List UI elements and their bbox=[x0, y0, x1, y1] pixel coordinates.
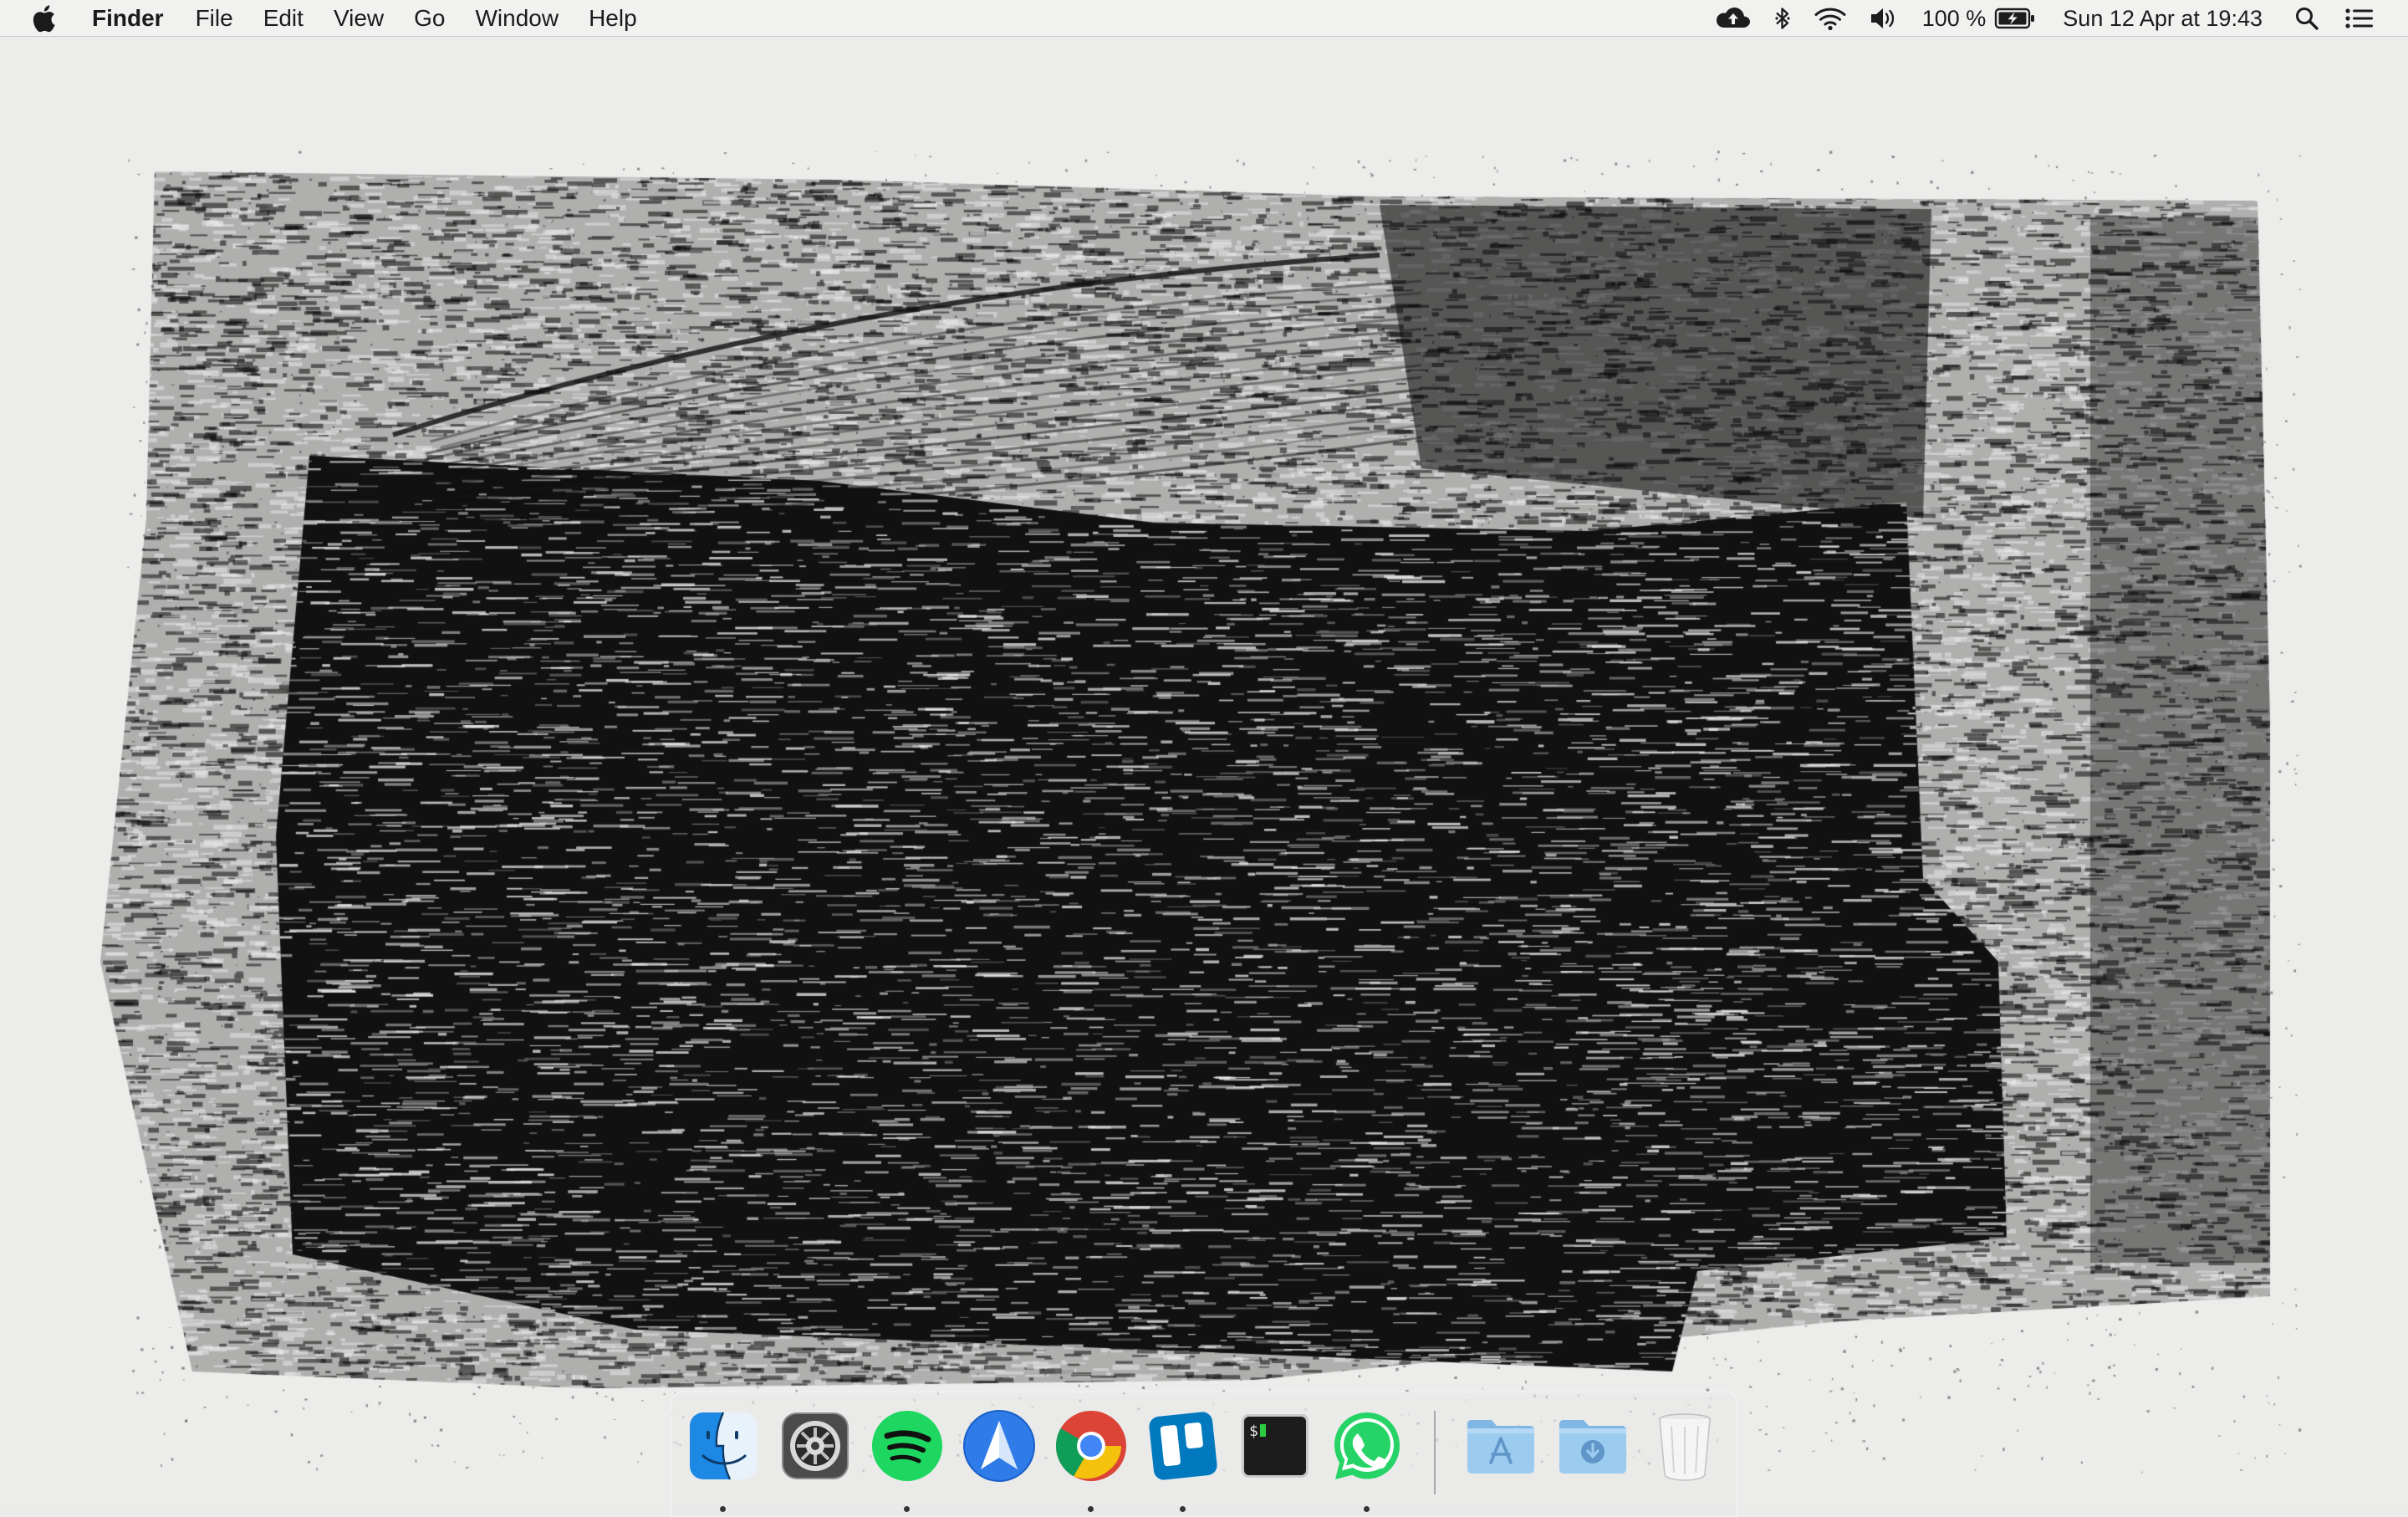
dock-app-chrome[interactable] bbox=[1051, 1406, 1131, 1512]
running-indicator bbox=[720, 1506, 726, 1512]
trash-icon bbox=[1659, 1413, 1711, 1481]
trello-icon bbox=[1149, 1412, 1217, 1480]
system-preferences-icon bbox=[782, 1412, 849, 1479]
cloud-upload-icon[interactable] bbox=[1715, 6, 1752, 31]
menu-view[interactable]: View bbox=[334, 0, 384, 37]
running-indicator bbox=[1180, 1506, 1186, 1512]
dock-app-finder[interactable] bbox=[683, 1406, 763, 1512]
dock-app-trello[interactable] bbox=[1143, 1406, 1223, 1512]
battery-percent[interactable]: 100 % bbox=[1922, 0, 1987, 37]
volume-icon[interactable] bbox=[1869, 6, 1895, 31]
running-indicator bbox=[1088, 1506, 1094, 1512]
dock-folder-downloads[interactable] bbox=[1553, 1406, 1633, 1486]
dock-separator bbox=[1434, 1411, 1436, 1494]
dock-folder-applications[interactable] bbox=[1461, 1406, 1541, 1486]
spotlight-search-icon[interactable] bbox=[2294, 6, 2319, 31]
menu-edit[interactable]: Edit bbox=[263, 0, 304, 37]
dock-app-system-preferences[interactable] bbox=[775, 1406, 855, 1486]
chrome-icon bbox=[1055, 1411, 1126, 1481]
notification-center-icon[interactable] bbox=[2344, 6, 2375, 31]
wifi-icon[interactable] bbox=[1814, 6, 1847, 31]
finder-icon bbox=[690, 1412, 757, 1480]
desktop-wallpaper bbox=[0, 0, 2408, 1505]
dock-app-spotify[interactable] bbox=[867, 1406, 947, 1512]
dock-app-whatsapp[interactable] bbox=[1327, 1406, 1407, 1512]
running-indicator bbox=[904, 1506, 910, 1512]
menu-app-name[interactable]: Finder bbox=[92, 0, 164, 37]
battery-charging-icon[interactable] bbox=[1994, 7, 2036, 30]
whatsapp-icon bbox=[1334, 1412, 1400, 1479]
dock-app-spark[interactable] bbox=[959, 1406, 1039, 1486]
spotify-icon bbox=[872, 1411, 942, 1481]
dock: $ bbox=[671, 1392, 1737, 1517]
menu-help[interactable]: Help bbox=[589, 0, 637, 37]
menu-clock[interactable]: Sun 12 Apr at 19:43 bbox=[2063, 0, 2263, 37]
dock-trash[interactable] bbox=[1645, 1406, 1725, 1486]
spark-mail-icon bbox=[963, 1410, 1035, 1482]
bluetooth-icon[interactable] bbox=[1773, 6, 1792, 31]
downloads-folder-icon bbox=[1559, 1420, 1626, 1474]
menu-go[interactable]: Go bbox=[414, 0, 445, 37]
dock-app-terminal[interactable]: $ bbox=[1235, 1406, 1315, 1486]
running-indicator bbox=[1364, 1506, 1370, 1512]
menu-bar: Finder File Edit View Go Window Help 100… bbox=[0, 0, 2408, 37]
menu-window[interactable]: Window bbox=[475, 0, 559, 37]
applications-folder-icon bbox=[1467, 1420, 1534, 1474]
terminal-icon: $ bbox=[1242, 1414, 1309, 1478]
apple-menu-icon[interactable] bbox=[32, 3, 60, 34]
menu-file[interactable]: File bbox=[196, 0, 233, 37]
svg-text:$: $ bbox=[1249, 1423, 1258, 1440]
